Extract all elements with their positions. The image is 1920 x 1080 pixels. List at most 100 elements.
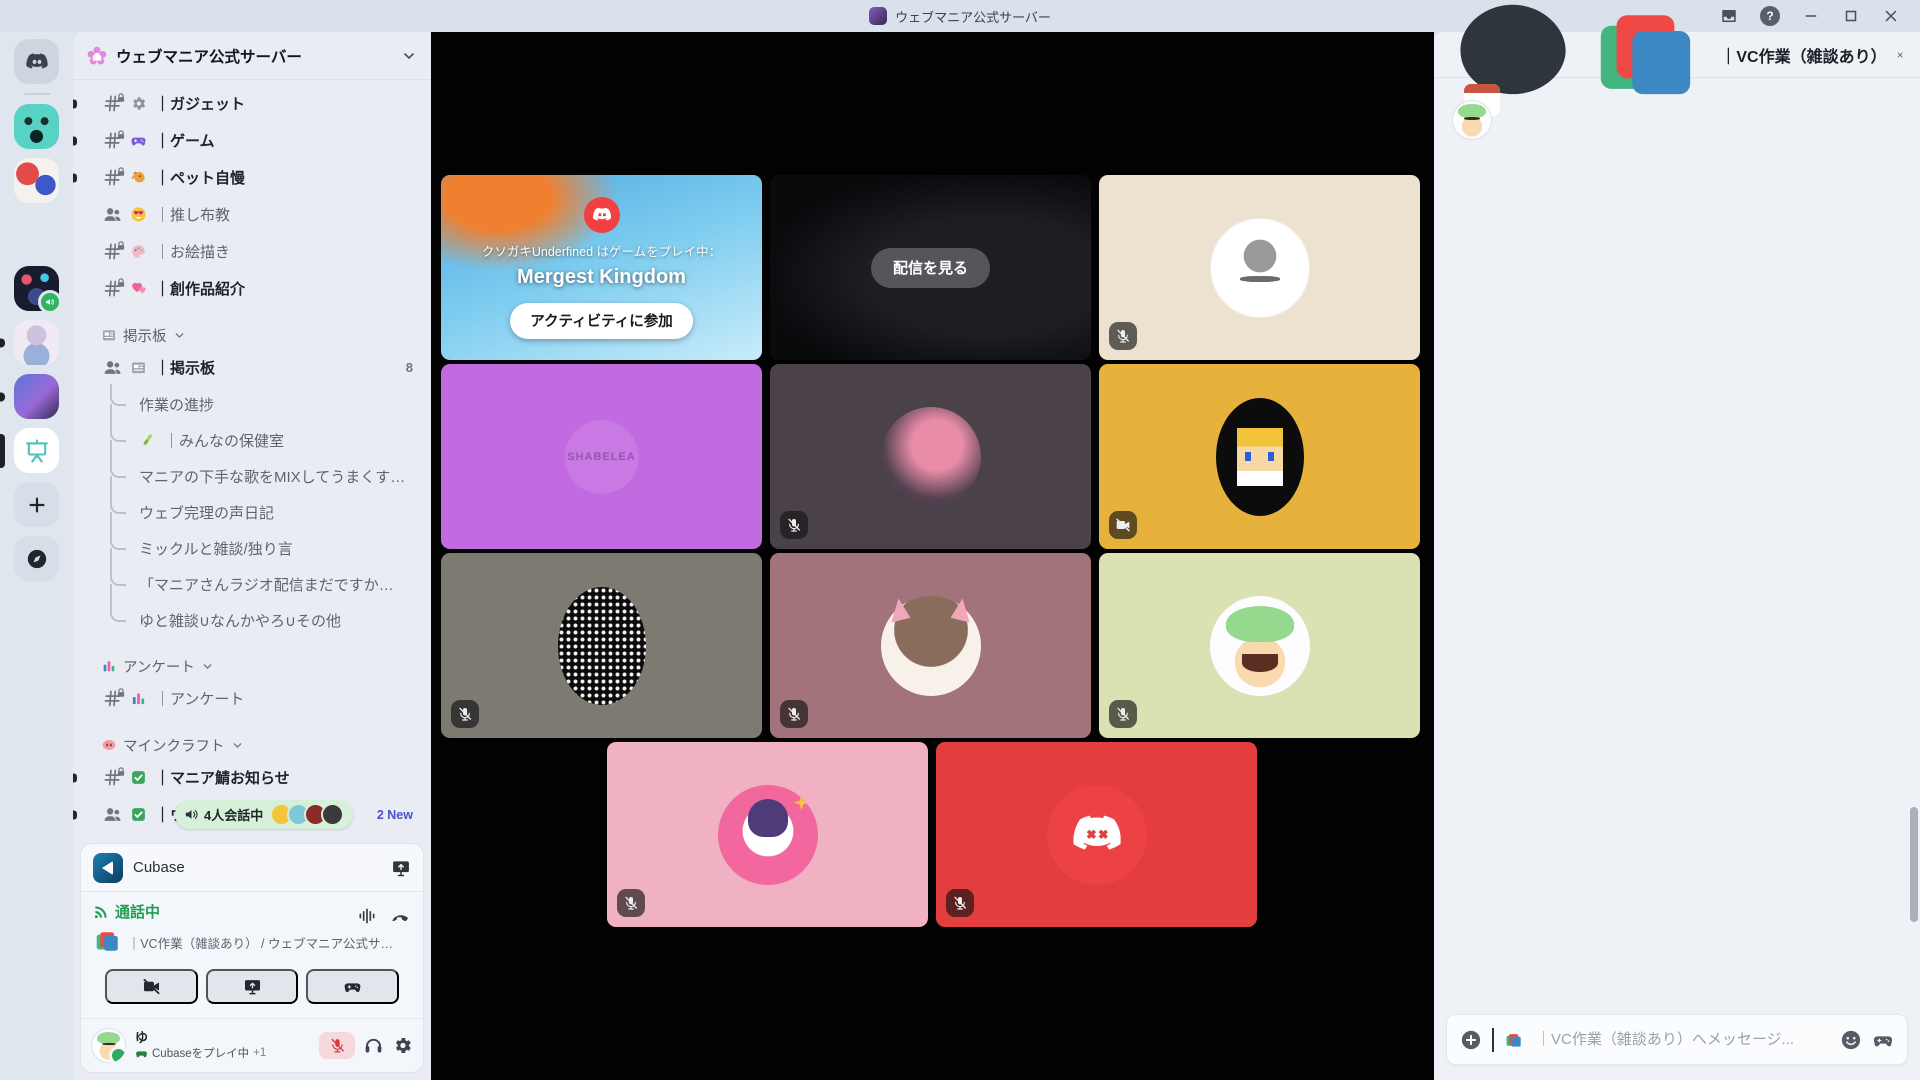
server-header[interactable]: ウェブマニア公式サーバー <box>73 32 431 80</box>
channel-item[interactable]: ｜ガジェット <box>73 85 431 122</box>
hearts-emoji-icon <box>130 280 147 297</box>
rail-server <box>0 212 73 257</box>
channel-item[interactable]: ｜アンケート <box>73 680 431 717</box>
game-icon <box>135 1047 148 1060</box>
message-input[interactable] <box>1534 1030 1830 1049</box>
server-icon[interactable] <box>14 266 59 311</box>
thread-label: ゆと雑談∪なんかやろ∪その他 <box>139 610 341 631</box>
category-マインクラフト[interactable]: マインクラフト <box>73 731 431 759</box>
chat-scrollbar[interactable] <box>1910 807 1918 922</box>
signal-icon <box>93 904 109 920</box>
watch-stream-button[interactable]: 配信を見る <box>871 248 990 288</box>
lock-icon <box>116 764 126 774</box>
mic-off-badge <box>1109 322 1137 350</box>
server-icon[interactable] <box>14 320 59 365</box>
disconnect-call-icon[interactable] <box>391 906 411 926</box>
voice-channel-path[interactable]: ｜VC作業（雑談あり） / ウェブマニア公式サ… <box>93 926 393 959</box>
server-icon[interactable] <box>14 158 59 203</box>
news-emoji-icon <box>130 359 147 376</box>
thread-item[interactable]: マニアの下手な歌をMIXしてうまくす… <box>73 458 431 494</box>
join-activity-button[interactable]: アクティビティに参加 <box>510 303 693 339</box>
server-icon[interactable] <box>14 374 59 419</box>
thread-item[interactable]: 作業の進捗 <box>73 386 431 422</box>
mic-muted-button[interactable] <box>319 1032 355 1059</box>
channel-label: ｜アンケート <box>155 688 244 709</box>
forum-icon <box>103 805 122 824</box>
user-panel[interactable]: ゆ Cubaseをプレイ中 +1 <box>81 1018 423 1072</box>
participant-avatar <box>558 587 646 705</box>
participant-tile[interactable] <box>607 742 928 927</box>
chat-message <box>1452 100 1906 140</box>
headphones-button[interactable] <box>363 1035 384 1056</box>
server-icon[interactable] <box>14 212 59 257</box>
pig-emoji-icon <box>101 737 117 753</box>
channel-item[interactable]: ｜お絵描き <box>73 233 431 270</box>
rainbow-channel-icon <box>93 926 123 959</box>
close-button[interactable] <box>1882 7 1900 25</box>
participant-tile[interactable] <box>1099 175 1420 360</box>
lock-icon <box>116 90 126 100</box>
mic-off-badge <box>780 511 808 539</box>
minimize-button[interactable] <box>1802 7 1820 25</box>
message-avatar[interactable] <box>1452 100 1492 140</box>
participant-tile[interactable] <box>770 553 1091 738</box>
palette-emoji-icon <box>130 243 147 260</box>
discord-home-button[interactable] <box>14 39 59 84</box>
thread-item[interactable]: ウェブ完理の声日記 <box>73 494 431 530</box>
close-icon[interactable] <box>1896 45 1904 65</box>
participant-tile[interactable] <box>441 553 762 738</box>
participant-tile[interactable] <box>1099 553 1420 738</box>
camera-off-button[interactable] <box>105 969 198 1004</box>
stream-tile[interactable]: 配信を見る <box>770 175 1091 360</box>
server-icon[interactable] <box>14 104 59 149</box>
voice-active-badge <box>38 290 62 314</box>
user-avatar[interactable] <box>91 1028 126 1063</box>
chevron-down-icon <box>401 48 417 64</box>
category-掲示板[interactable]: 掲示板 <box>73 321 431 349</box>
stream-activity-icon[interactable] <box>391 858 411 878</box>
online-status-dot <box>109 1046 126 1063</box>
participant-tile[interactable] <box>936 742 1257 927</box>
help-icon[interactable]: ? <box>1760 6 1780 26</box>
add-server-button[interactable] <box>14 482 59 527</box>
attach-plus-icon[interactable] <box>1460 1029 1482 1051</box>
voice-activity-icon[interactable] <box>357 906 377 926</box>
participant-tile[interactable] <box>1099 364 1420 549</box>
thread-item[interactable]: 「マニアさんラジオ配信まだですか… <box>73 566 431 602</box>
channel-item[interactable]: ｜創作品紹介 <box>73 270 431 307</box>
voice-call-avatars <box>270 803 344 826</box>
channel-item[interactable]: ｜ゲーム <box>73 122 431 159</box>
server-icon[interactable] <box>14 428 59 473</box>
thread-item[interactable]: ゆと雑談∪なんかやろ∪その他 <box>73 602 431 638</box>
channel-label: ｜創作品紹介 <box>155 278 245 299</box>
channel-item[interactable]: ｜掲示板8 <box>73 349 431 386</box>
participant-tile[interactable] <box>770 364 1091 549</box>
category-アンケート[interactable]: アンケート <box>73 652 431 680</box>
game-activity-icon[interactable] <box>1872 1029 1894 1051</box>
maximize-button[interactable] <box>1842 7 1860 25</box>
thread-item[interactable]: ｜みんなの保健室 <box>73 422 431 458</box>
voice-call-pill[interactable]: 4人会話中 <box>175 800 353 829</box>
settings-gear-button[interactable] <box>392 1035 413 1056</box>
mic-off-badge <box>617 889 645 917</box>
selected-indicator <box>0 434 5 468</box>
check-emoji-icon <box>130 769 147 786</box>
rail-server <box>0 374 73 419</box>
participant-avatar <box>881 407 981 507</box>
channel-label: ｜ガジェット <box>155 93 245 114</box>
channel-item[interactable]: ｜マニア鯖お知らせ <box>73 759 431 796</box>
thread-item[interactable]: ミックルと雑談/独り言 <box>73 530 431 566</box>
inbox-icon[interactable] <box>1720 7 1738 25</box>
channel-item[interactable]: ｜推し布教 <box>73 196 431 233</box>
explore-servers-button[interactable] <box>14 536 59 581</box>
activity-tile[interactable]: クソガキUnderfined はゲームをプレイ中：Mergest Kingdom… <box>441 175 762 360</box>
emoji-picker-icon[interactable] <box>1840 1029 1862 1051</box>
channel-item[interactable]: ｜ペット自慢 <box>73 159 431 196</box>
thread-label: ミックルと雑談/独り言 <box>139 538 293 559</box>
chevron-down-icon <box>231 739 244 752</box>
screenshare-button[interactable] <box>206 969 299 1004</box>
game-activity-button[interactable] <box>306 969 399 1004</box>
participant-avatar <box>1210 596 1310 696</box>
video-tile[interactable]: SHABELEA <box>441 364 762 549</box>
mic-off-badge <box>451 700 479 728</box>
